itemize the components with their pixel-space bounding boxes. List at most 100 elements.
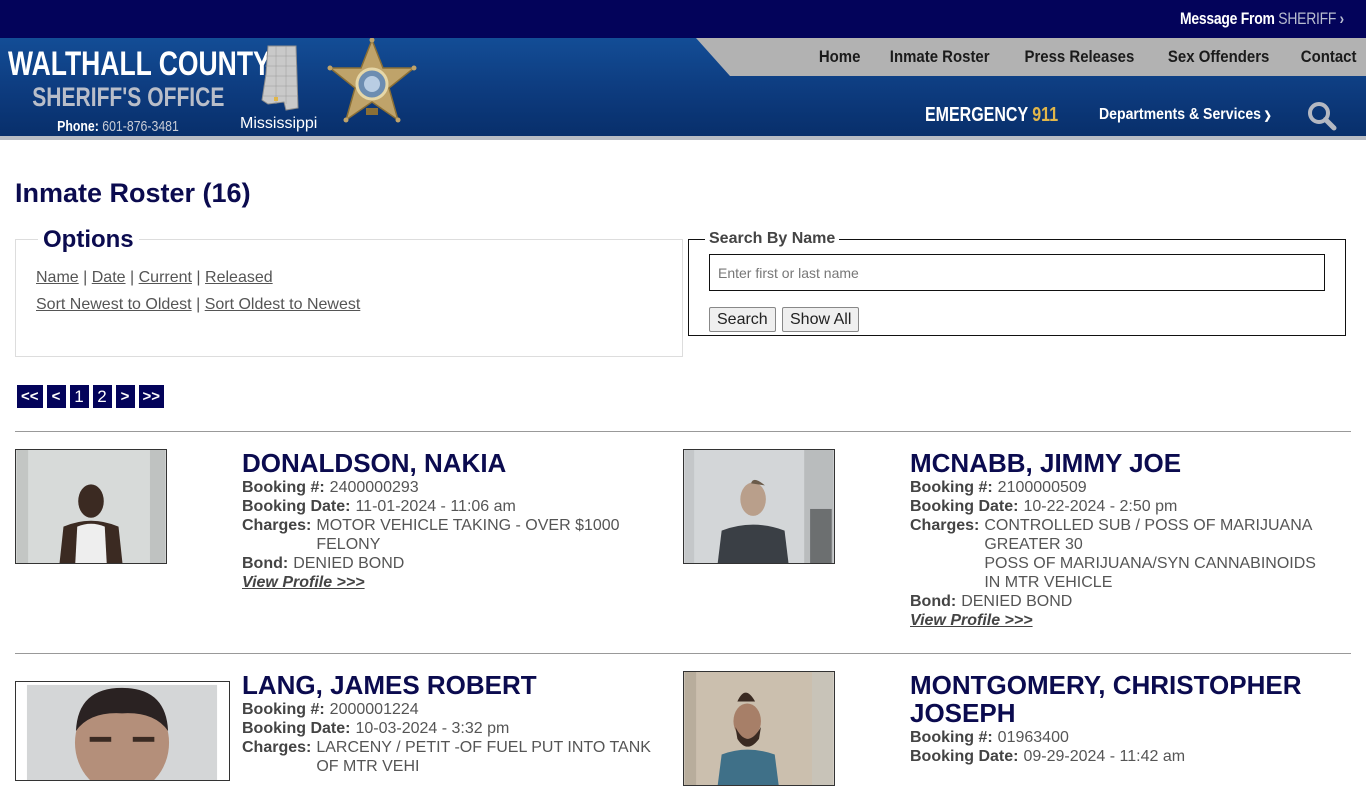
booking-date: Booking Date: 11-01-2024 - 11:06 am <box>242 497 662 516</box>
bond: Bond: DENIED BOND <box>242 554 662 573</box>
field-label: Booking #: <box>242 701 325 718</box>
nav-contact[interactable]: Contact <box>1301 47 1357 67</box>
inmate-info: LANG, JAMES ROBERT Booking #: 2000001224 … <box>242 671 662 776</box>
inmate-photo[interactable] <box>15 449 167 564</box>
field-label: Charges: <box>910 517 980 534</box>
separator: | <box>196 296 201 313</box>
message-from-sheriff-link[interactable]: Message From SHERIFF › <box>1180 9 1344 29</box>
separator: | <box>83 269 88 286</box>
sort-newest-to-oldest[interactable]: Sort Newest to Oldest <box>36 296 192 313</box>
departments-dropdown[interactable]: Departments & Services ❯ <box>1099 106 1272 124</box>
emergency-link[interactable]: EMERGENCY 911 <box>925 104 1058 127</box>
pagination: << < 1 2 > >> <box>17 385 165 408</box>
field-label: Booking #: <box>910 729 993 746</box>
separator: | <box>130 269 135 286</box>
name-search-input[interactable] <box>709 254 1325 291</box>
sheriff-badge-icon <box>327 38 417 123</box>
field-label: Charges: <box>242 739 312 756</box>
inmate-info: MCNABB, JIMMY JOE Booking #: 2100000509 B… <box>910 449 1330 630</box>
booking-number: Booking #: 01963400 <box>910 728 1340 747</box>
message-highlight: SHERIFF <box>1278 9 1337 28</box>
prev-page-button[interactable]: < <box>46 385 66 408</box>
charges: Charges: CONTROLLED SUB / POSS OF MARIJUA… <box>910 516 1330 592</box>
booking-number: Booking #: 2100000509 <box>910 478 1330 497</box>
top-bar: Message From SHERIFF › <box>0 0 1366 38</box>
nav-home[interactable]: Home <box>819 47 861 67</box>
sort-oldest-to-newest[interactable]: Sort Oldest to Newest <box>205 296 361 313</box>
charge: POSS OF MARIJUANA/SYN CANNABINOIDS IN MT… <box>984 555 1316 591</box>
field-value: DENIED BOND <box>293 555 405 572</box>
phone-line: Phone: 601-876-3481 <box>28 118 208 135</box>
phone-number[interactable]: 601-876-3481 <box>102 118 179 135</box>
next-page-button[interactable]: > <box>115 385 135 408</box>
inmate-photo[interactable] <box>683 449 835 564</box>
state-label: Mississippi <box>240 115 318 132</box>
field-value: 10-03-2024 - 3:32 pm <box>355 720 510 737</box>
view-profile-link[interactable]: View Profile >>> <box>242 573 365 592</box>
options-panel: Options Name | Date | Current | Released… <box>15 226 683 357</box>
filter-released[interactable]: Released <box>205 269 273 286</box>
mississippi-map-icon <box>261 45 299 111</box>
field-value: 10-22-2024 - 2:50 pm <box>1023 498 1178 515</box>
phone-label: Phone: <box>57 118 99 135</box>
booking-date: Booking Date: 09-29-2024 - 11:42 am <box>910 747 1340 766</box>
filter-name[interactable]: Name <box>36 269 79 286</box>
booking-date: Booking Date: 10-03-2024 - 3:32 pm <box>242 719 662 738</box>
booking-date: Booking Date: 10-22-2024 - 2:50 pm <box>910 497 1330 516</box>
site-logo[interactable]: WALTHALL COUNTY SHERIFF'S OFFICE Phone: … <box>8 46 271 135</box>
field-value: 2100000509 <box>997 479 1087 496</box>
show-all-button[interactable]: Show All <box>782 307 860 332</box>
filter-links: Name | Date | Current | Released <box>36 269 273 287</box>
field-label: Booking Date: <box>910 498 1019 515</box>
charges: Charges: LARCENY / PETIT -OF FUEL PUT INT… <box>242 738 662 776</box>
field-label: Booking Date: <box>242 720 351 737</box>
field-label: Charges: <box>242 517 312 534</box>
field-label: Booking #: <box>242 479 325 496</box>
main-content: Inmate Roster (16) <box>0 178 1366 212</box>
chevron-down-icon: ❯ <box>1263 110 1272 122</box>
first-page-button[interactable]: << <box>17 385 43 408</box>
message-prefix: Message From <box>1180 9 1275 28</box>
options-legend: Options <box>38 226 139 254</box>
search-button[interactable]: Search <box>709 307 776 332</box>
nav-press-releases[interactable]: Press Releases <box>1024 47 1134 67</box>
inmate-name: DONALDSON, NAKIA <box>242 448 507 478</box>
bond: Bond: DENIED BOND <box>910 592 1330 611</box>
charge: CONTROLLED SUB / POSS OF MARIJUANA GREAT… <box>984 517 1312 553</box>
field-label: Booking #: <box>910 479 993 496</box>
divider <box>15 431 1351 432</box>
field-value: 2000001224 <box>329 701 419 718</box>
page-2-button[interactable]: 2 <box>92 385 112 408</box>
chevron-right-icon: › <box>1339 9 1345 28</box>
inmate-name: LANG, JAMES ROBERT <box>242 670 537 700</box>
inmate-photo[interactable] <box>683 671 835 786</box>
filter-date[interactable]: Date <box>92 269 126 286</box>
page-title: Inmate Roster (16) <box>15 178 251 208</box>
inmate-name: MCNABB, JIMMY JOE <box>910 448 1182 478</box>
search-legend: Search By Name <box>705 230 840 248</box>
search-panel: Search By Name Search Show All <box>688 230 1346 336</box>
county-name: WALTHALL COUNTY <box>8 45 271 83</box>
inmate-info: DONALDSON, NAKIA Booking #: 2400000293 Bo… <box>242 449 662 592</box>
office-name: SHERIFF'S OFFICE <box>32 82 225 112</box>
divider <box>15 653 1351 654</box>
nav-inmate-roster[interactable]: Inmate Roster <box>890 47 990 67</box>
nav-sex-offenders[interactable]: Sex Offenders <box>1168 47 1269 67</box>
field-label: Booking Date: <box>242 498 351 515</box>
filter-current[interactable]: Current <box>139 269 192 286</box>
sort-links: Sort Newest to Oldest | Sort Oldest to N… <box>36 296 360 314</box>
booking-number: Booking #: 2000001224 <box>242 700 662 719</box>
charge: LARCENY / PETIT -OF FUEL PUT INTO TANK O… <box>316 739 651 775</box>
field-label: Bond: <box>242 555 289 572</box>
inmate-photo[interactable] <box>15 681 230 781</box>
last-page-button[interactable]: >> <box>138 385 165 408</box>
page-1-button[interactable]: 1 <box>69 385 89 408</box>
search-icon[interactable] <box>1306 100 1338 132</box>
inmate-info: MONTGOMERY, CHRISTOPHER JOSEPH Booking #… <box>910 671 1340 766</box>
departments-label: Departments & Services <box>1099 106 1262 123</box>
view-profile-link[interactable]: View Profile >>> <box>910 611 1033 630</box>
field-value: 11-01-2024 - 11:06 am <box>355 498 516 515</box>
field-value: DENIED BOND <box>961 593 1073 610</box>
field-value: 01963400 <box>997 729 1069 746</box>
field-label: Booking Date: <box>910 748 1019 765</box>
